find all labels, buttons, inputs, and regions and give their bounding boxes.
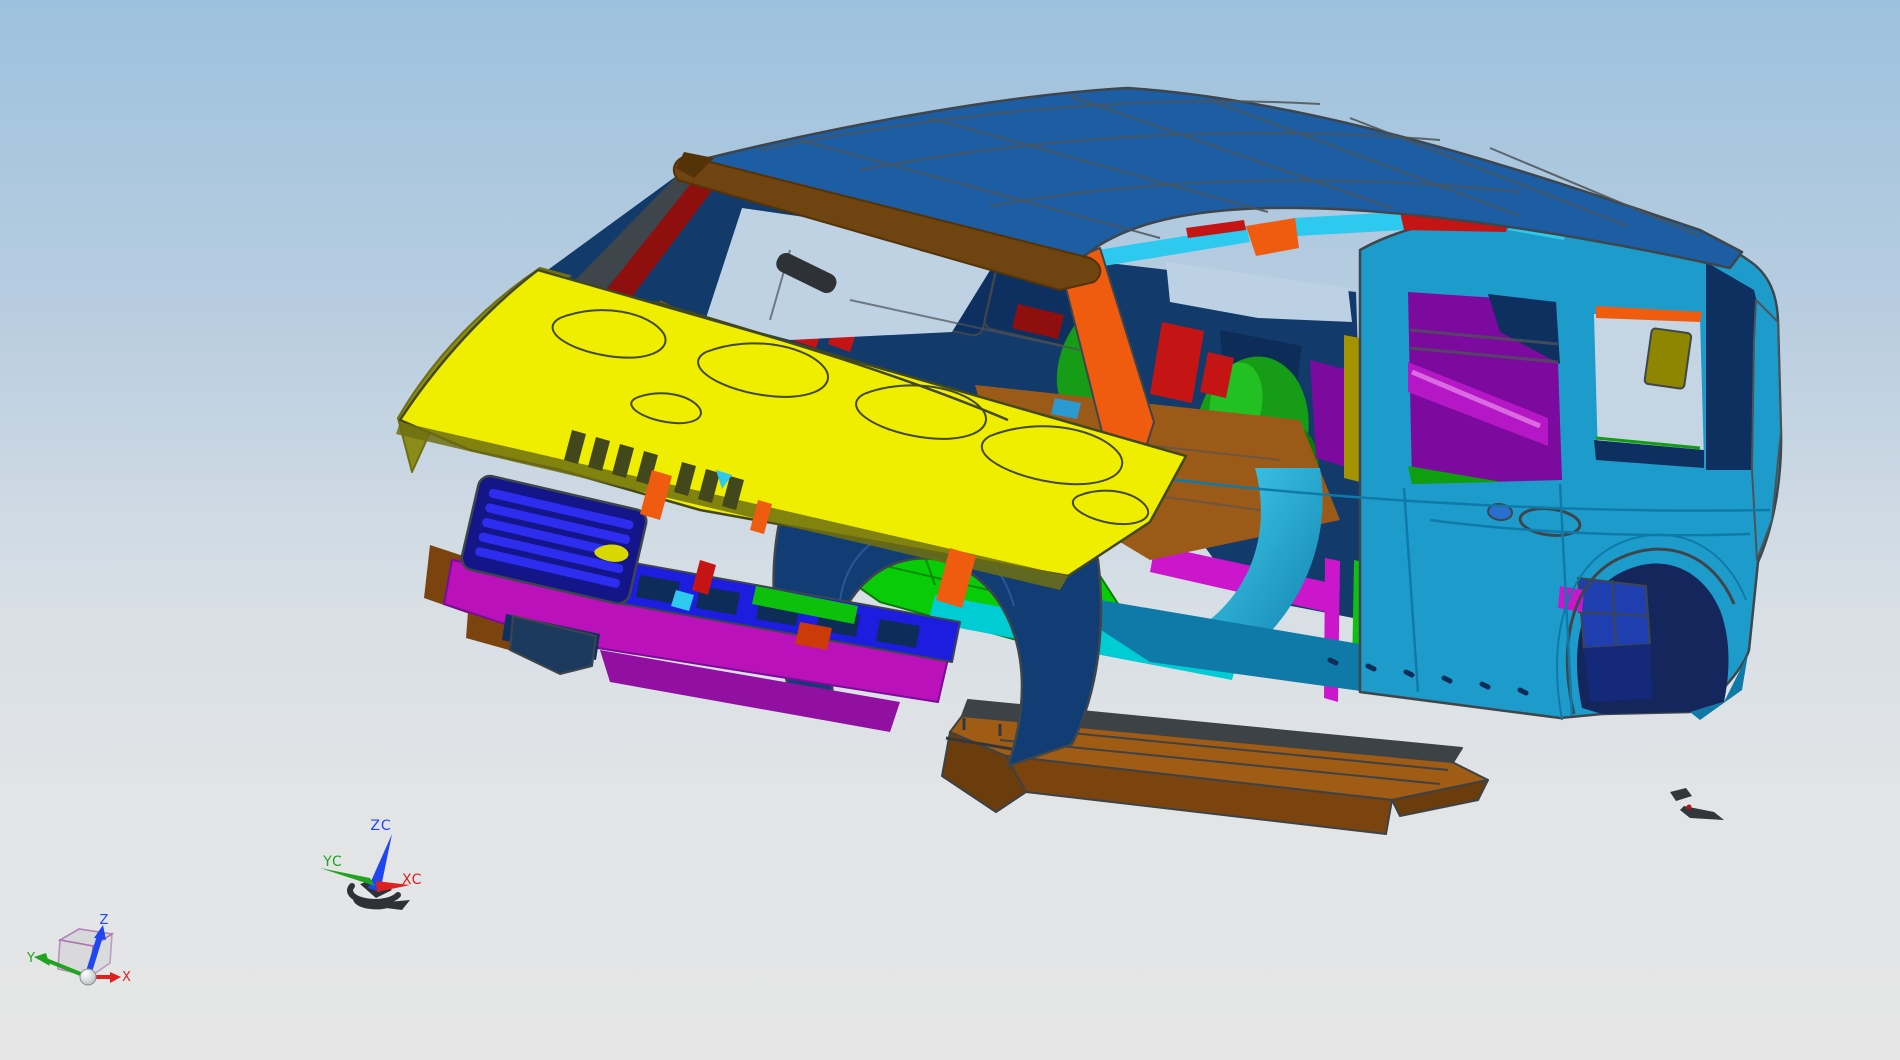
quarter-olive-bracket[interactable] <box>1643 327 1693 390</box>
wcs-x-label[interactable]: XC <box>402 872 422 888</box>
b-pillar-gold-strip[interactable] <box>1344 335 1360 482</box>
arch-blue-box-lower <box>1584 644 1652 702</box>
abs-x-label[interactable]: X <box>122 970 131 985</box>
abs-z-label[interactable]: Z <box>100 913 109 928</box>
quarter-window[interactable] <box>1594 306 1704 468</box>
wcs-y-label[interactable]: YC <box>322 854 343 870</box>
cad-canvas[interactable]: ZC YC XC Z Y X <box>0 0 1900 1060</box>
cad-viewport[interactable]: ZC YC XC Z Y X <box>0 0 1900 1060</box>
wcs-z-label[interactable]: ZC <box>370 818 391 834</box>
rear-door-window[interactable] <box>1408 292 1562 484</box>
abs-origin-sphere[interactable] <box>79 968 97 986</box>
floating-part-red-dot <box>1686 804 1692 810</box>
abs-y-label[interactable]: Y <box>26 951 35 966</box>
